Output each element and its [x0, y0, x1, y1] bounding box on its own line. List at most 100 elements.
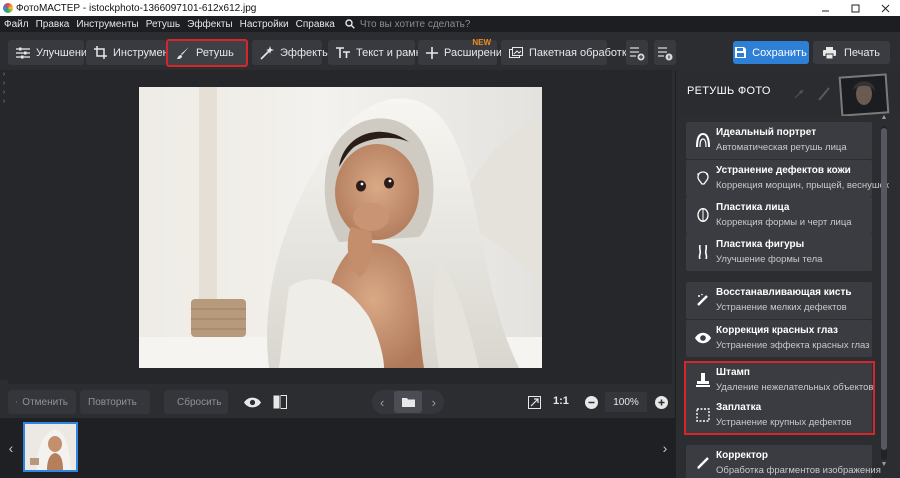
tab-label: Эффекты [280, 46, 331, 59]
panel-header: РЕТУШЬ ФОТО [676, 70, 900, 116]
tab-retouch[interactable]: Ретушь [166, 39, 248, 67]
text-icon [336, 46, 350, 58]
portrait-icon [694, 131, 712, 149]
folder-icon [401, 398, 415, 407]
thumbnail-image [25, 424, 76, 470]
open-folder-button[interactable] [394, 391, 422, 413]
undo-button[interactable]: Отменить [8, 390, 76, 414]
redo-button[interactable]: Повторить [80, 390, 150, 414]
panel-title: РЕТУШЬ ФОТО [687, 85, 771, 97]
print-label: Печать [843, 46, 881, 59]
add-to-batch-button[interactable] [626, 40, 648, 65]
crop-icon [94, 46, 107, 59]
reset-button[interactable]: Сбросить [164, 390, 228, 414]
tab-batch-processing[interactable]: Пакетная обработка [501, 40, 633, 65]
list-info-icon [658, 46, 673, 60]
zoom-level-field[interactable]: 100% [605, 392, 647, 412]
fit-screen-icon [527, 395, 541, 409]
figure-icon [694, 243, 712, 261]
next-image-button[interactable]: › [432, 395, 436, 410]
tool-subtitle: Автоматическая ретушь лица [716, 142, 847, 153]
minimize-icon [821, 10, 829, 11]
preview-toggle-button[interactable] [243, 394, 261, 410]
print-button[interactable]: Печать [813, 41, 890, 64]
scroll-thumb[interactable] [881, 128, 887, 450]
tool-subtitle: Улучшение формы тела [716, 254, 823, 265]
tab-improvements[interactable]: Улучшения [8, 40, 93, 65]
filmstrip: ‹ › [0, 418, 675, 478]
tool-skin-defects[interactable]: Устранение дефектов кожи Коррекция морщи… [686, 160, 889, 197]
chevron-right-icon: › [2, 80, 6, 87]
chevron-right-icon: › [2, 98, 6, 105]
menu-bar: Файл Правка Инструменты Ретушь Эффекты Н… [0, 16, 900, 32]
compare-icon [273, 395, 287, 409]
batch-info-button[interactable] [654, 40, 676, 65]
tab-effects[interactable]: Эффекты [252, 40, 330, 65]
tab-extensions[interactable]: Расширения NEW [418, 38, 508, 65]
menu-help[interactable]: Справка [296, 19, 335, 30]
tool-corrector[interactable]: Корректор Обработка фрагментов изображен… [686, 445, 881, 478]
filmstrip-thumbnail[interactable] [23, 422, 78, 472]
eye-icon [694, 329, 712, 347]
redo-label: Повторить [88, 396, 137, 408]
tool-title: Восстанавливающая кисть [716, 287, 852, 298]
tool-red-eye[interactable]: Коррекция красных глаз Устранение эффект… [686, 320, 872, 357]
tab-label: Улучшения [36, 46, 94, 59]
previous-image-button[interactable]: ‹ [380, 395, 384, 410]
zoom-in-button[interactable] [654, 395, 668, 409]
zoom-out-button[interactable] [584, 395, 598, 409]
filmstrip-next-button[interactable]: › [657, 418, 673, 478]
app-logo-icon [3, 3, 13, 13]
panel-scrollbar[interactable]: ▲ ▼ [878, 114, 890, 474]
window-controls [810, 0, 900, 16]
tool-figure-sculpt[interactable]: Пластика фигуры Улучшение формы тела [686, 234, 872, 271]
menu-settings[interactable]: Настройки [240, 19, 289, 30]
close-icon [881, 4, 889, 12]
undo-icon [16, 400, 18, 403]
scroll-up-icon[interactable]: ▲ [878, 114, 890, 124]
actual-size-button[interactable]: 1:1 [553, 395, 569, 407]
compare-button[interactable] [272, 394, 288, 410]
bottom-controls: Отменить Повторить Сбросить [0, 386, 675, 418]
minimize-button[interactable] [810, 0, 840, 16]
tab-label: Расширения [444, 46, 508, 59]
batch-icon [509, 46, 523, 58]
tool-subtitle: Устранение мелких дефектов [716, 302, 847, 313]
tool-title: Идеальный портрет [716, 127, 817, 138]
left-collapse-gutter[interactable]: › › › › [0, 70, 8, 380]
filmstrip-prev-button[interactable]: ‹ [3, 418, 19, 478]
tool-perfect-portrait[interactable]: Идеальный портрет Автоматическая ретушь … [686, 122, 872, 159]
image-navigation: ‹ › [372, 390, 444, 414]
save-button[interactable]: Сохранить [733, 41, 809, 64]
chevron-right-icon: › [2, 71, 6, 78]
menu-file[interactable]: Файл [4, 19, 29, 30]
photo-preview[interactable] [139, 87, 542, 368]
scroll-down-icon[interactable]: ▼ [878, 461, 890, 471]
menu-tools[interactable]: Инструменты [76, 19, 138, 30]
magic-wand-icon [260, 45, 274, 60]
printer-icon [822, 46, 836, 59]
tab-instruments[interactable]: Инструменты [86, 40, 182, 65]
tool-subtitle: Коррекция формы и черт лица [716, 217, 852, 228]
baby-in-towel-photo [139, 87, 542, 368]
panel-header-decoration [794, 73, 890, 116]
menu-search[interactable]: Что вы хотите сделать? [345, 19, 470, 30]
tool-subtitle: Обработка фрагментов изображения [716, 465, 881, 476]
close-button[interactable] [870, 0, 900, 16]
menu-edit[interactable]: Правка [36, 19, 70, 30]
eye-icon [243, 397, 261, 407]
brush-icon [177, 46, 189, 59]
tool-healing-brush[interactable]: Восстанавливающая кисть Устранение мелки… [686, 282, 872, 319]
undo-label: Отменить [22, 396, 68, 408]
fit-to-screen-button[interactable] [526, 394, 542, 410]
menu-retouch[interactable]: Ретушь [146, 19, 180, 30]
maximize-icon [851, 4, 859, 12]
maximize-button[interactable] [840, 0, 870, 16]
tool-subtitle: Коррекция морщин, прыщей, веснушек [716, 180, 889, 191]
plus-circle-icon [654, 395, 668, 409]
save-label: Сохранить [752, 46, 807, 59]
tab-text-frames[interactable]: Текст и рамки [328, 40, 427, 65]
menu-effects[interactable]: Эффекты [187, 19, 232, 30]
tab-label: Текст и рамки [356, 46, 427, 59]
tool-face-sculpt[interactable]: Пластика лица Коррекция формы и черт лиц… [686, 197, 872, 234]
